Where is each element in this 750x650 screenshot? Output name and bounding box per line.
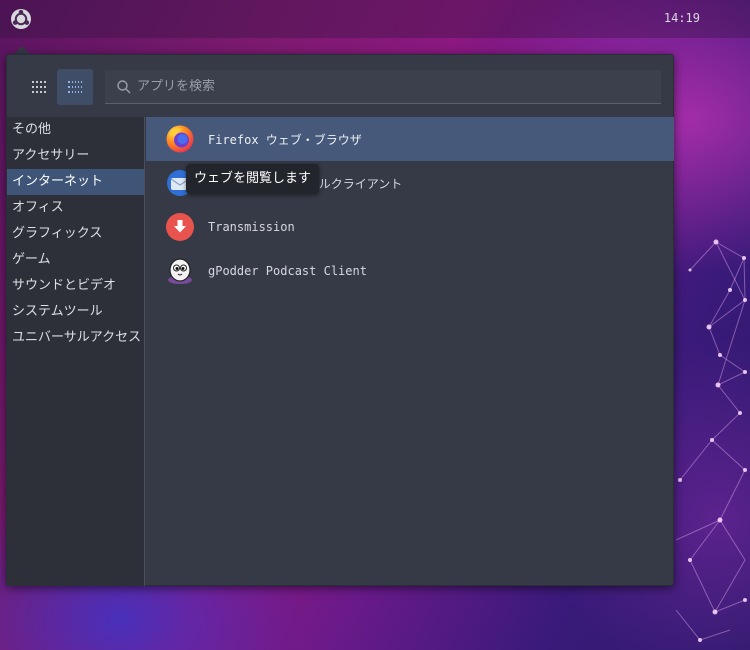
menu-pointer — [14, 46, 30, 54]
app-menu-button[interactable] — [9, 7, 33, 31]
grid-view-button[interactable] — [21, 69, 57, 105]
category-universal-access[interactable]: ユニバーサルアクセス — [7, 325, 144, 351]
category-system-tools[interactable]: システムツール — [7, 299, 144, 325]
top-panel: 14:19 — [0, 0, 750, 38]
app-item-gpodder[interactable]: gPodder Podcast Client — [146, 249, 674, 293]
category-accessories[interactable]: アクセサリー — [7, 143, 144, 169]
list-icon — [68, 81, 82, 93]
tooltip: ウェブを閲覧します — [186, 164, 320, 194]
category-sound-video[interactable]: サウンドとビデオ — [7, 273, 144, 299]
app-label: Firefox ウェブ・ブラウザ — [208, 132, 362, 147]
ubuntu-budgie-logo-icon — [11, 9, 31, 29]
gpodder-icon — [165, 256, 195, 286]
transmission-icon — [165, 212, 195, 242]
category-graphics[interactable]: グラフィックス — [7, 221, 144, 247]
app-item-transmission[interactable]: Transmission — [146, 205, 674, 249]
app-label: Transmission — [208, 220, 295, 234]
search-box[interactable] — [105, 70, 661, 104]
search-input[interactable] — [137, 79, 637, 94]
search-icon — [117, 79, 131, 94]
grid-icon — [32, 81, 46, 93]
firefox-icon — [165, 124, 195, 154]
app-item-firefox[interactable]: Firefox ウェブ・ブラウザ — [146, 117, 674, 161]
clock[interactable]: 14:19 — [664, 11, 700, 25]
category-list: その他 アクセサリー インターネット オフィス グラフィックス ゲーム サウンド… — [7, 117, 145, 586]
category-games[interactable]: ゲーム — [7, 247, 144, 273]
app-label: gPodder Podcast Client — [208, 264, 367, 278]
app-menu-window: その他 アクセサリー インターネット オフィス グラフィックス ゲーム サウンド… — [6, 54, 674, 586]
category-office[interactable]: オフィス — [7, 195, 144, 221]
category-other[interactable]: その他 — [7, 117, 144, 143]
category-internet[interactable]: インターネット — [7, 169, 144, 195]
list-view-button[interactable] — [57, 69, 93, 105]
